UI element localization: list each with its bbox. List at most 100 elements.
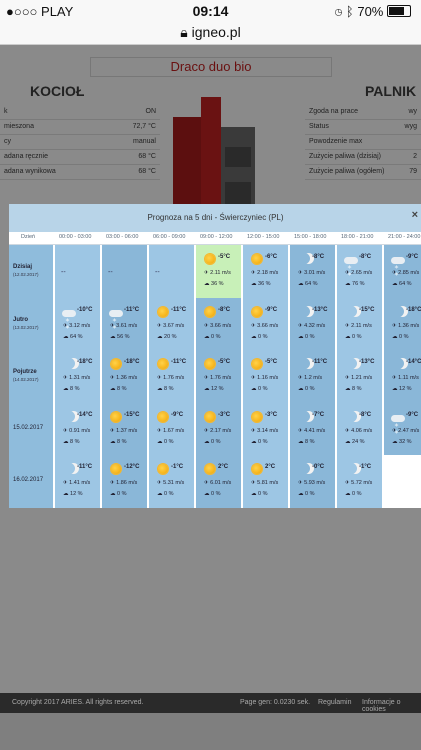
day-label: Dzisiaj (12.02.2017) <box>9 245 53 298</box>
modal-title: Prognoza na 5 dni - Świerczyniec (PL) <box>147 213 284 222</box>
alarm-icon: ◷ <box>334 4 343 19</box>
temperature: -8°C <box>218 306 231 313</box>
precipitation: ☁︎ 8 % <box>110 386 127 392</box>
temperature: -7°C <box>312 411 325 418</box>
forecast-cell: -6°C ✈︎ 2.18 m/s ☁︎ 36 % <box>243 245 288 298</box>
forecast-cell: -18°C ✈︎ 1.36 m/s ☁︎ 8 % <box>102 350 147 403</box>
precipitation: ☁︎ 0 % <box>251 333 268 340</box>
footer-link-cookies[interactable]: Informacje o cookies <box>362 699 421 713</box>
sun-icon <box>109 410 123 424</box>
forecast-modal: Prognoza na 5 dni - Świerczyniec (PL) × … <box>9 204 421 508</box>
wind-speed: ✈︎ 1.76 m/s <box>157 375 185 381</box>
temperature: -11°C <box>171 359 187 365</box>
precipitation: ☁︎ 0 % <box>345 491 362 497</box>
day-label: 15.02.2017 <box>9 402 53 456</box>
wind-speed: ✈︎ 3.67 m/s <box>157 322 185 329</box>
precipitation: ☁︎ 0 % <box>298 491 315 497</box>
temperature: -11°C <box>124 306 140 313</box>
wind-speed: ✈︎ 1.76 m/s <box>204 375 232 381</box>
wind-speed: ✈︎ 1.86 m/s <box>110 480 138 486</box>
wind-speed: ✈︎ 3.12 m/s <box>63 322 91 329</box>
no-data: -- <box>61 269 66 276</box>
lock-icon: 🔒︎ <box>180 24 188 40</box>
forecast-cell: -5°C ✈︎ 2.11 m/s ☁︎ 36 % <box>196 245 241 298</box>
forecast-cell: -5°C ✈︎ 1.16 m/s ☁︎ 0 % <box>243 350 288 403</box>
sun-icon <box>250 462 264 476</box>
footer-link-regulamin[interactable]: Regulamin <box>318 699 351 706</box>
bottom-area <box>0 713 421 750</box>
column-header-time: 03:00 - 06:00 <box>106 234 139 240</box>
sun-icon <box>109 357 123 371</box>
temperature: -14°C <box>77 411 93 418</box>
column-header-time: 06:00 - 09:00 <box>153 234 186 240</box>
precipitation: ☁︎ 0 % <box>204 491 221 497</box>
forecast-row: Pojutrze (14.02.2017) -18°C ✈︎ 1.31 m/s ☁︎ 8… <box>9 350 421 404</box>
precipitation: ☁︎ 64 % <box>392 281 412 287</box>
burner-table: Zgoda na prace wy Status wyg Powodzenie ma… <box>305 105 421 180</box>
precipitation: ☁︎ 36 % <box>204 281 224 287</box>
forecast-cell: -1°C ✈︎ 5.72 m/s ☁︎ 0 % <box>337 455 382 508</box>
forecast-cell: -5°C ✈︎ 1.76 m/s ☁︎ 12 % <box>196 350 241 403</box>
table-row: k ON <box>0 105 160 120</box>
sun-icon <box>250 252 264 266</box>
temperature: -5°C <box>218 359 231 365</box>
bluetooth-icon: ᛒ <box>345 4 354 19</box>
precipitation: ☁︎ 0 % <box>110 491 127 497</box>
boiler-heading: KOCIOŁ <box>30 83 85 99</box>
forecast-cell-empty <box>384 455 421 508</box>
close-icon[interactable]: × <box>412 209 418 221</box>
forecast-cell: -3°C ✈︎ 2.17 m/s ☁︎ 0 % <box>196 402 241 456</box>
forecast-cell: -13°C ✈︎ 4.32 m/s ☁︎ 0 % <box>290 297 335 351</box>
forecast-cell: -11°C ✈︎ 3.67 m/s ☁︎ 20 % <box>149 297 194 351</box>
wind-speed: ✈︎ 5.31 m/s <box>157 480 185 486</box>
precipitation: ☁︎ 0 % <box>204 438 221 445</box>
wind-speed: ✈︎ 3.66 m/s <box>204 322 232 329</box>
precipitation: ☁︎ 0 % <box>157 438 174 445</box>
precipitation: ☁︎ 0 % <box>251 491 268 497</box>
snow-cloud-icon: ＊ ＊ <box>391 410 405 436</box>
moon-icon <box>344 462 358 476</box>
no-data: -- <box>155 269 160 276</box>
forecast-cell: -8°C ✈︎ 3.01 m/s ☁︎ 64 % <box>290 245 335 298</box>
address-bar[interactable]: 🔒︎ igneo.pl <box>0 24 421 45</box>
snow-cloud-icon: ＊ ＊ <box>109 305 123 331</box>
moon-icon <box>297 357 311 371</box>
forecast-cell: -- <box>102 245 147 298</box>
day-date: (13.02.2017) <box>13 324 39 330</box>
table-row: Status wyg <box>305 120 421 135</box>
temperature: -12°C <box>124 464 140 470</box>
precipitation: ☁︎ 56 % <box>110 333 130 340</box>
sun-icon <box>109 462 123 476</box>
sun-icon <box>203 410 217 424</box>
sun-icon <box>156 357 170 371</box>
day-name: Jutro <box>13 316 28 323</box>
temperature: -8°C <box>359 254 372 260</box>
table-row: Powodzenie max <box>305 135 421 150</box>
wind-speed: ✈︎ 3.14 m/s <box>251 427 279 434</box>
temperature: -13°C <box>312 306 328 313</box>
precipitation: ☁︎ 0 % <box>251 438 268 445</box>
moon-icon <box>344 410 358 424</box>
moon-icon <box>297 305 311 319</box>
snow-cloud-icon: ＊ ＊ <box>391 252 405 278</box>
temperature: -18°C <box>124 359 140 365</box>
url-text: igneo.pl <box>191 24 241 40</box>
table-row: Zużycie paliwa (ogółem) 79 <box>305 165 421 180</box>
precipitation: ☁︎ 8 % <box>110 438 127 445</box>
forecast-cell: -15°C ✈︎ 1.37 m/s ☁︎ 8 % <box>102 402 147 456</box>
wind-speed: ✈︎ 4.41 m/s <box>298 427 326 434</box>
forecast-cell: -11°C ✈︎ 1.76 m/s ☁︎ 8 % <box>149 350 194 403</box>
column-header-day: Dzień <box>21 234 36 240</box>
wind-speed: ✈︎ 2.17 m/s <box>204 427 232 434</box>
precipitation: ☁︎ 76 % <box>345 281 365 287</box>
day-label: Jutro (13.02.2017) <box>9 297 53 351</box>
forecast-row: Dzisiaj (12.02.2017) -- -- -- -5°C ✈︎ 2.11 m/s… <box>9 245 421 299</box>
temperature: -1°C <box>359 464 372 470</box>
wind-speed: ✈︎ 1.37 m/s <box>110 427 138 434</box>
wind-speed: ✈︎ 0.91 m/s <box>63 427 91 434</box>
table-row: adana wynikowa 68 °C <box>0 165 160 180</box>
wind-speed: ✈︎ 1.41 m/s <box>63 480 91 486</box>
forecast-cell: ＊ ＊ -10°C ✈︎ 3.12 m/s ☁︎ 64 % <box>55 297 100 351</box>
sun-icon <box>203 357 217 371</box>
forecast-cell: -0°C ✈︎ 5.93 m/s ☁︎ 0 % <box>290 455 335 508</box>
